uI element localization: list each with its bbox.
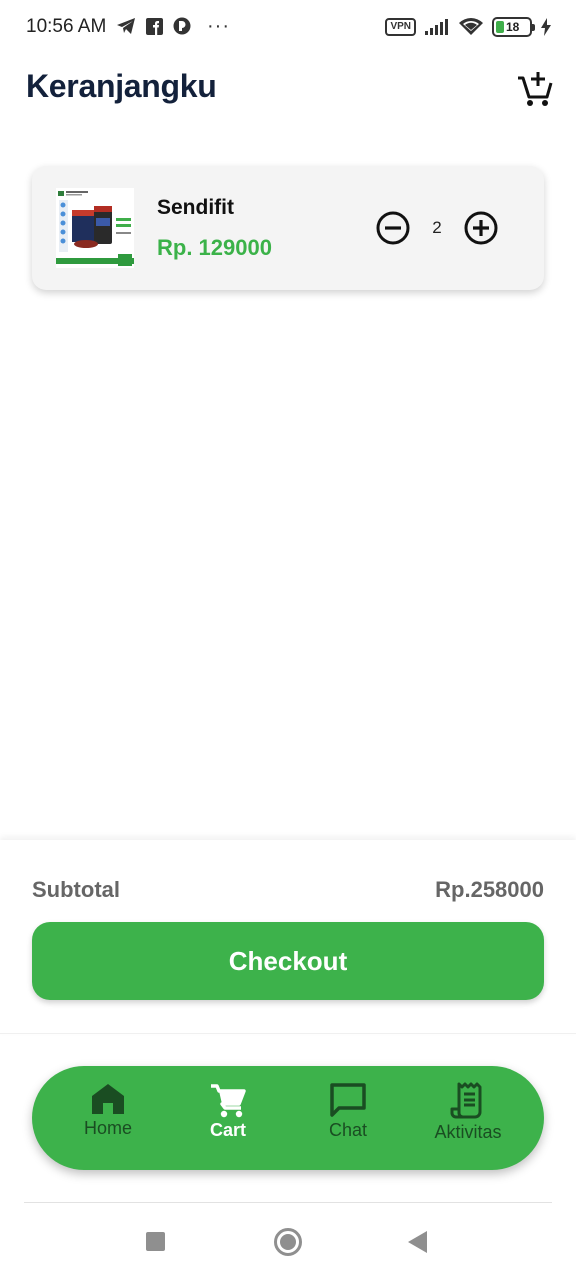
checkout-button-label: Checkout: [228, 945, 348, 976]
facebook-icon: [146, 17, 163, 35]
vpn-badge: VPN: [385, 18, 416, 36]
product-thumbnail-graphic: [56, 188, 134, 268]
nav-label-chat: Chat: [328, 1120, 368, 1140]
cart-icon: [211, 1084, 246, 1118]
nav-item-chat[interactable]: Chat: [293, 1082, 403, 1158]
wifi-icon: [459, 18, 483, 35]
nav-label-aktivitas: Aktivitas: [434, 1122, 502, 1142]
battery-level: 18: [506, 20, 520, 34]
nav-item-cart[interactable]: Cart: [173, 1082, 283, 1158]
chat-icon: [330, 1083, 366, 1117]
nav-item-home[interactable]: Home: [53, 1082, 163, 1158]
nav-label-cart: Cart: [209, 1120, 246, 1140]
product-image[interactable]: [56, 188, 134, 268]
nav-item-aktivitas[interactable]: Aktivitas: [413, 1082, 523, 1158]
battery-fill: [496, 21, 504, 33]
page-title: Keranjangku: [26, 68, 217, 104]
charging-icon: [541, 18, 551, 36]
home-icon: [92, 1084, 124, 1114]
decrease-quantity-icon[interactable]: [375, 210, 411, 246]
cart-item-card: Sendifit Rp. 129000 2: [32, 166, 544, 290]
product-name: Sendifit: [157, 196, 234, 219]
subtotal-value: Rp.258000: [435, 877, 544, 902]
telegram-icon: [117, 18, 135, 34]
status-system-icons: VPN 18: [385, 17, 552, 37]
checkout-summary: Subtotal Rp.258000 Checkout: [0, 840, 576, 1034]
product-price: Rp. 129000: [157, 235, 272, 260]
status-notification-icons: ···: [116, 15, 230, 37]
system-home-icon[interactable]: [274, 1228, 302, 1256]
recents-icon[interactable]: [146, 1232, 165, 1251]
app-icon: [173, 17, 191, 35]
increase-quantity-icon[interactable]: [463, 210, 499, 246]
nav-label-home: Home: [83, 1118, 132, 1138]
status-bar: 10:56 AM ··· VPN 18: [0, 0, 576, 56]
subtotal-label: Subtotal: [32, 877, 120, 902]
receipt-icon: [450, 1082, 482, 1119]
add-to-cart-icon[interactable]: [516, 70, 554, 108]
quantity-value: 2: [432, 218, 442, 237]
back-icon[interactable]: [408, 1231, 427, 1253]
system-nav-divider: [24, 1202, 552, 1203]
bottom-navigation: Home Cart Chat Aktivitas: [32, 1066, 544, 1170]
battery-icon: 18: [492, 17, 535, 37]
checkout-button[interactable]: Checkout: [32, 922, 544, 1000]
signal-icon: [425, 19, 448, 35]
more-dots-icon: ···: [207, 15, 230, 37]
status-time: 10:56 AM: [26, 16, 107, 37]
